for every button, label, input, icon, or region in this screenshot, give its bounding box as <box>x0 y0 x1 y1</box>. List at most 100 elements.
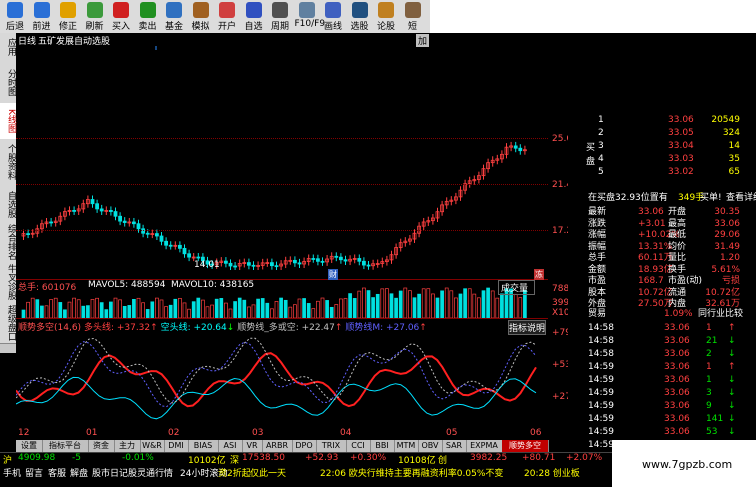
toolbar-button[interactable]: 修正 <box>56 1 80 32</box>
volume-bar <box>164 306 168 318</box>
toolbar-button[interactable]: 买入 <box>109 1 133 32</box>
freeze-marker[interactable]: 冻 <box>534 269 544 280</box>
trade-row: 14:58 33.06 1 ↑ <box>568 323 750 334</box>
bottom-link[interactable]: 手机 <box>3 466 21 479</box>
toolbar-label: 修正 <box>58 22 77 32</box>
stat-label: 金额 <box>588 264 607 275</box>
volume-bar <box>293 304 297 318</box>
toolbar-button[interactable]: 选股 <box>348 1 372 32</box>
left-tab[interactable]: 自选股 <box>0 185 16 224</box>
indicator-tab[interactable]: VR <box>242 440 263 452</box>
indicator-tab[interactable]: DMI <box>164 440 189 452</box>
left-tab[interactable]: 综合排名 <box>0 223 16 262</box>
indicator-explain-button[interactable]: 指标说明 <box>508 320 547 335</box>
level-volume: 20549 <box>711 115 740 125</box>
left-tab[interactable]: 牛叉诊股 <box>0 261 16 304</box>
long-line <box>16 352 537 408</box>
trade-row: 14:59 33.06 9 ↓ <box>568 401 750 412</box>
left-tab[interactable]: 应用 <box>0 33 16 62</box>
bottom-link[interactable]: 客服 <box>48 466 66 479</box>
candle <box>251 264 256 267</box>
bottom-link[interactable]: 股灵通 <box>128 466 155 479</box>
toolbar-button[interactable]: 短 <box>401 1 425 32</box>
toolbar-button[interactable]: 前进 <box>30 1 54 32</box>
bottom-link[interactable]: 留言 <box>25 466 43 479</box>
toolbar-button[interactable]: 基金 <box>162 1 186 32</box>
volume-bar <box>408 290 412 318</box>
toolbar-button[interactable]: F10/F9 <box>295 1 325 32</box>
candle <box>361 260 366 266</box>
volume-bar <box>371 297 375 318</box>
stat-label: 开盘 <box>668 207 687 217</box>
level-no: 2 <box>598 128 604 138</box>
level-price: 33.05 <box>668 128 694 138</box>
indicator-tab[interactable]: EXPMA <box>466 440 503 452</box>
indicator-tab[interactable]: BBI <box>370 440 395 452</box>
volume-bar <box>86 305 90 318</box>
volume-panel[interactable]: 总手: 601076 MAVOL5: 488594 MAVOL10: 43816… <box>16 280 581 319</box>
left-tab[interactable]: 个股资料 <box>0 139 16 186</box>
indicator-tab[interactable]: ASI <box>218 440 243 452</box>
volume-bar <box>99 302 104 318</box>
finance-marker[interactable]: 财 <box>328 269 338 280</box>
indicator-tab[interactable]: 指标平台 <box>42 440 89 452</box>
indicator-tab[interactable]: 主力 <box>114 440 141 452</box>
indicator-tab[interactable]: 资金 <box>88 440 115 452</box>
candle <box>154 233 159 237</box>
volume-dropdown[interactable]: 成交量 <box>498 280 536 295</box>
indicator-tab[interactable]: TRIX <box>316 440 347 452</box>
stat-label: 市盈 <box>588 276 607 286</box>
volume-bar <box>63 309 67 318</box>
bottom-link[interactable]: 22:06 欧央行维持主要再融资利率0.05%不变 <box>320 466 503 479</box>
sh-change: -5 <box>72 453 81 463</box>
bottom-link[interactable]: 20:28 创业板 <box>524 466 580 479</box>
bottom-link[interactable]: 股市日记 <box>92 466 128 479</box>
toolbar-icon <box>325 2 341 18</box>
date-tick: 03 <box>252 428 264 438</box>
indicator-tab[interactable]: W&R <box>140 440 165 452</box>
left-tab[interactable]: K线图 <box>0 103 16 140</box>
indicator-tab[interactable]: ARBR <box>262 440 293 452</box>
bottom-link[interactable]: 解盘 <box>70 466 88 479</box>
toolbar-label: 模拟 <box>191 22 210 32</box>
left-tab[interactable]: 分时图 <box>0 61 16 104</box>
toolbar-button[interactable]: 模拟 <box>189 1 213 32</box>
kline-panel[interactable]: 25.66 21.47 17.21 14.01 财 冻 <box>16 46 578 280</box>
trade-price: 33.06 <box>664 336 690 346</box>
trade-direction: ↓ <box>728 401 736 411</box>
toolbar-button[interactable]: 开户 <box>215 1 239 32</box>
indicator-panel[interactable]: 顺势多空(14,6) 多头线: +37.32↑ 空头线: +20.64↓ 顺势线… <box>16 320 585 428</box>
indicator-tab[interactable]: 顺势多空 <box>502 440 549 452</box>
indicator-name[interactable]: 顺势多空(14,6) <box>18 323 81 333</box>
volume-bar <box>398 290 403 318</box>
volume-bar <box>214 298 219 318</box>
volume-bar <box>210 304 214 318</box>
low-label: 14.01 <box>194 260 220 270</box>
volume-bar <box>316 300 320 318</box>
toolbar-label: 画线 <box>323 22 342 32</box>
toolbar-button[interactable]: 论股堂 <box>374 1 398 45</box>
indicator-tab[interactable]: OBV <box>418 440 443 452</box>
bottom-link[interactable]: 仅此一天 <box>250 466 286 479</box>
indicator-tab[interactable]: MTM <box>394 440 419 452</box>
indicator-tab[interactable]: 设置 <box>16 440 43 452</box>
toolbar-button[interactable]: 后退 <box>3 1 27 32</box>
toolbar-button[interactable]: 画线 <box>321 1 345 32</box>
sh-value: 4909.98 <box>18 453 56 463</box>
volume-bar <box>283 299 288 318</box>
toolbar-button[interactable]: 周期 <box>268 1 292 32</box>
indicator-tab[interactable]: SAR <box>442 440 467 452</box>
toolbar-button[interactable]: 卖出 <box>136 1 160 32</box>
stat-value: +3.01 <box>638 218 666 229</box>
trend-arrow: ↑ <box>334 323 343 333</box>
indicator-tab[interactable]: BIAS <box>188 440 219 452</box>
left-tab[interactable]: 超级盘口 <box>0 303 16 344</box>
toolbar-button[interactable]: 刷新 <box>83 1 107 32</box>
stat-label: 涨幅 <box>588 230 607 240</box>
bottom-link[interactable]: 行情 <box>155 466 173 479</box>
indicator-tab[interactable]: CCI <box>346 440 371 452</box>
toolbar-button[interactable]: 自选股 <box>242 1 266 45</box>
indicator-tab[interactable]: DPO <box>292 440 317 452</box>
bottom-link[interactable]: 资2折起 <box>218 466 251 479</box>
volume-bar <box>247 306 251 318</box>
